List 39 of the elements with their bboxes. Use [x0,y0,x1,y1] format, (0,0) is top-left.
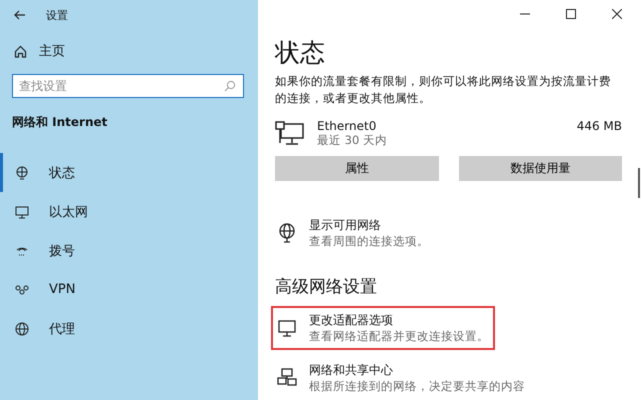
section-heading: 高级网络设置 [275,276,378,298]
search-icon [224,80,236,92]
home-icon [14,44,27,58]
sidebar-item[interactable]: 代理 [0,309,258,348]
usage-period: 最近 30 天内 [317,133,388,148]
close-icon[interactable] [612,9,622,19]
data-usage-amount: 446 MB [576,119,622,133]
section-heading: 网络和 Internet [11,114,108,131]
search-field[interactable]: 查找设置 [12,74,244,98]
monitor-icon [277,318,297,338]
window-title: 设置 [46,8,68,22]
action-button[interactable]: 属性 [275,156,438,181]
ethernet-monitor-icon [275,120,305,146]
connection-name: Ethernet0 [317,119,378,133]
action-button[interactable]: 数据使用量 [458,156,622,181]
globe-monitor-icon [15,166,29,180]
link-description: 查看周围的连接选项。 [309,234,429,249]
back-arrow-icon[interactable] [14,10,26,20]
settings-link[interactable]: 网络和共享中心 根据所连接到的网络，决定要共享的内容 [271,356,531,400]
vpn-icon [15,282,29,296]
link-title: 更改适配器选项 [309,312,394,329]
description-text: 如果你的流量套餐有限制，则你可以将此网络设置为按流量计费的连接，或者更改其他属性。 [275,73,612,107]
sidebar-item[interactable]: VPN [0,270,258,309]
link-title: 网络和共享中心 [309,362,394,379]
page-title: 状态 [275,37,326,69]
monitor-icon [15,204,29,218]
maximize-icon[interactable] [566,9,576,19]
sidebar-item[interactable]: 拨号 [0,231,258,270]
scrollbar-thumb[interactable] [638,168,640,198]
home-nav-item[interactable]: 主页 [0,30,258,70]
network-share-icon [277,368,297,388]
globe-monitor-icon [277,223,297,243]
sidebar-item[interactable]: 以太网 [0,192,258,231]
globe-icon [15,322,29,336]
link-description: 查看网络适配器并更改连接设置。 [309,329,489,344]
settings-link[interactable]: 显示可用网络 查看周围的连接选项。 [271,211,483,255]
link-title: 显示可用网络 [309,217,382,234]
link-description: 根据所连接到的网络，决定要共享的内容 [309,379,525,394]
settings-link[interactable]: 更改适配器选项 查看网络适配器并更改连接设置。 [271,306,495,350]
